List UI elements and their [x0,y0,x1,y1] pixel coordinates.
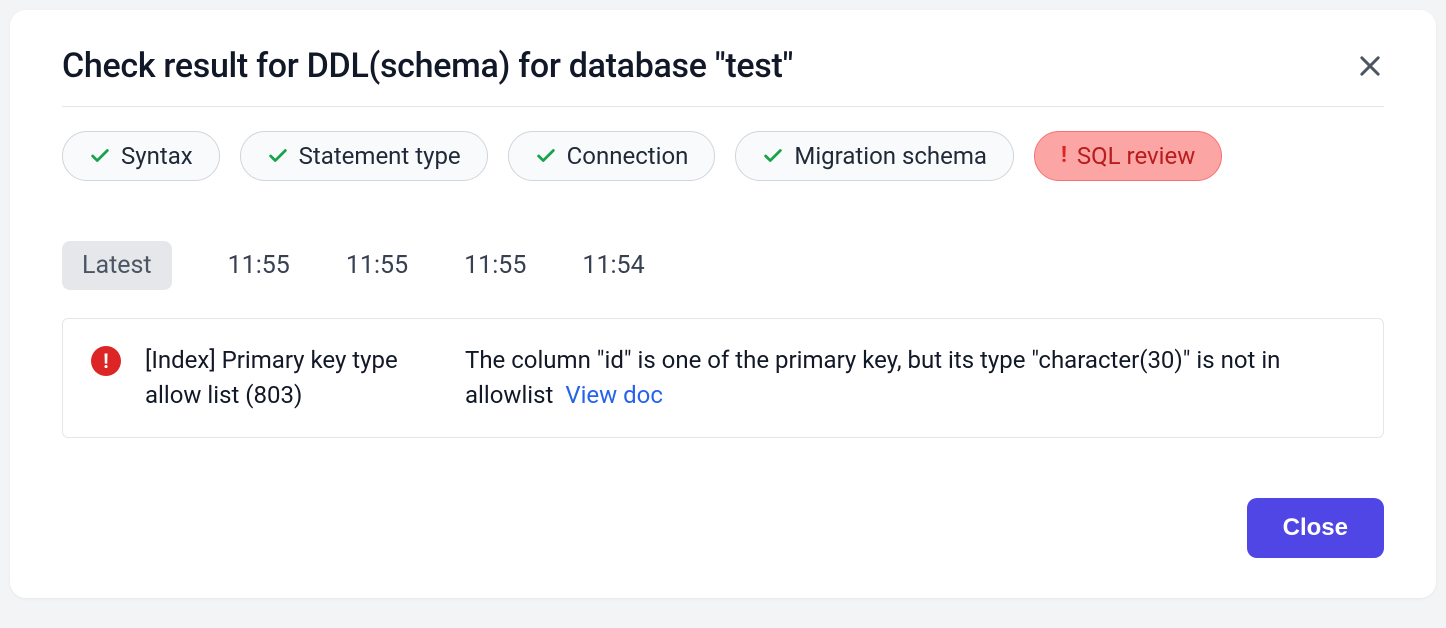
modal-header: Check result for DDL(schema) for databas… [62,46,1384,107]
check-pill-connection[interactable]: Connection [508,131,716,181]
tab-time[interactable]: 11:55 [346,241,408,290]
check-label: Syntax [121,142,193,170]
close-button[interactable]: Close [1247,498,1384,558]
view-doc-link[interactable]: View doc [565,381,663,409]
check-icon [535,145,557,167]
check-pills: Syntax Statement type Connection Migrati… [62,131,1384,181]
check-pill-migration-schema[interactable]: Migration schema [735,131,1014,181]
check-pill-sql-review[interactable]: ! SQL review [1034,131,1222,181]
check-label: Statement type [299,142,461,170]
check-pill-syntax[interactable]: Syntax [62,131,220,181]
tab-time[interactable]: 11:55 [228,241,290,290]
modal-footer: Close [62,498,1384,558]
check-pill-statement-type[interactable]: Statement type [240,131,488,181]
modal-title: Check result for DDL(schema) for databas… [62,46,793,86]
check-label: Connection [567,142,689,170]
result-row: ! [Index] Primary key type allow list (8… [62,318,1384,438]
check-result-modal: Check result for DDL(schema) for databas… [10,10,1436,598]
time-tabs: Latest 11:55 11:55 11:55 11:54 [62,241,1384,290]
exclamation-icon: ! [1061,145,1067,167]
result-message-wrap: The column "id" is one of the primary ke… [465,343,1355,413]
check-icon [762,145,784,167]
close-icon[interactable] [1356,52,1384,80]
tab-latest[interactable]: Latest [62,241,172,290]
check-icon [267,145,289,167]
tab-time[interactable]: 11:55 [464,241,526,290]
error-icon: ! [91,346,121,376]
result-title: [Index] Primary key type allow list (803… [145,343,425,413]
check-icon [89,145,111,167]
check-label: Migration schema [794,142,987,170]
check-label: SQL review [1077,142,1195,170]
tab-time[interactable]: 11:54 [582,241,644,290]
result-content: [Index] Primary key type allow list (803… [145,343,1355,413]
